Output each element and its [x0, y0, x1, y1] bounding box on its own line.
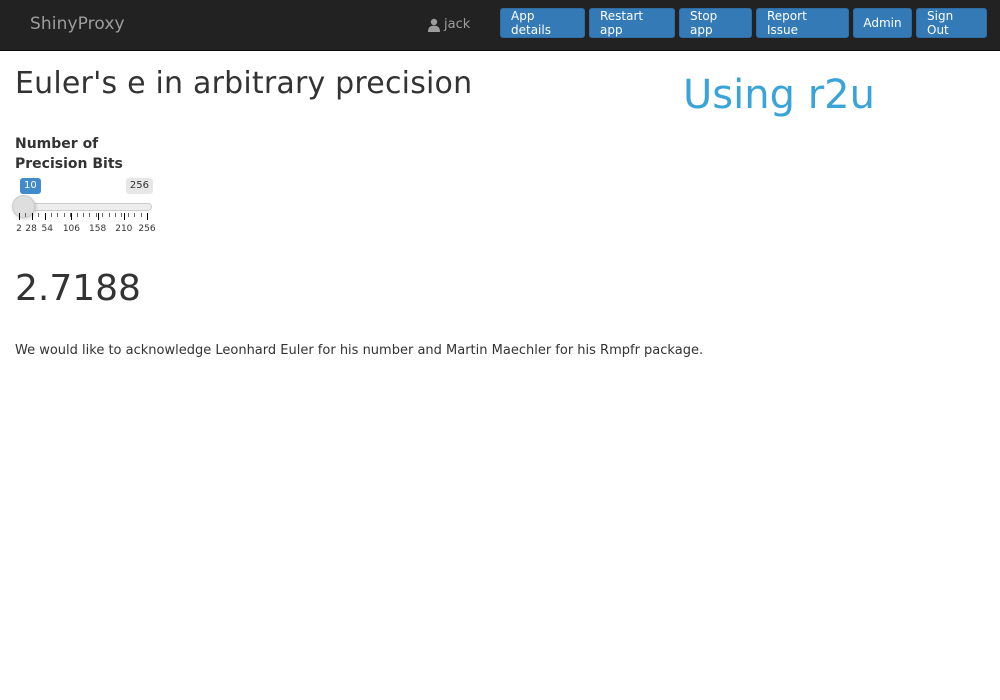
slider-major-tick — [19, 213, 20, 220]
slider-grid-label: 54 — [41, 224, 53, 234]
app-details-button[interactable]: App details — [500, 8, 585, 38]
slider-minor-tick — [83, 213, 84, 217]
slider-minor-tick — [63, 213, 65, 217]
restart-app-button[interactable]: Restart app — [589, 8, 675, 38]
result-output: 2.7188 — [15, 268, 141, 309]
slider-grid-label: 106 — [62, 224, 80, 234]
user-icon — [428, 18, 440, 32]
report-issue-button[interactable]: Report Issue — [756, 8, 849, 38]
slider-major-tick — [97, 213, 99, 220]
nav-buttons: App details Restart app Stop app Report … — [500, 8, 987, 38]
stop-app-button[interactable]: Stop app — [679, 8, 752, 38]
slider-minor-tick — [108, 213, 110, 217]
slider-grid-label: 210 — [115, 224, 133, 234]
slider-minor-tick — [89, 213, 91, 217]
slider-max-badge: 256 — [125, 178, 153, 194]
slider-major-tick — [71, 213, 73, 220]
slider-grid-label: 158 — [89, 224, 107, 234]
slider-grid-label: 256 — [138, 224, 156, 234]
slider-grid-label: 28 — [25, 224, 37, 234]
navbar: ShinyProxy jack App details Restart app … — [0, 0, 1000, 51]
page-title: Euler's e in arbitrary precision — [15, 66, 473, 101]
slider-minor-tick — [25, 213, 27, 217]
slider-track[interactable] — [15, 203, 152, 211]
username: jack — [444, 17, 471, 32]
slider-major-tick — [123, 213, 125, 220]
slider-minor-tick — [102, 213, 104, 217]
sign-out-button[interactable]: Sign Out — [916, 8, 987, 38]
slider-minor-tick — [127, 213, 129, 217]
brand-logo[interactable]: ShinyProxy — [30, 14, 125, 34]
slider-value-badge: 10 — [20, 178, 41, 194]
slider-minor-tick — [51, 213, 52, 217]
precision-bits-slider[interactable]: 10 256 2 28 54 106 158 210 256 — [12, 178, 156, 238]
user-info: jack — [427, 17, 470, 32]
slider-label: Number of Precision Bits — [15, 136, 123, 172]
slider-grid-label: 2 — [16, 224, 22, 234]
slider-grid: 2 28 54 106 158 210 256 — [15, 213, 156, 237]
slider-major-tick — [32, 213, 34, 220]
acknowledgement-text: We would like to acknowledge Leonhard Eu… — [15, 343, 704, 358]
slider-minor-tick — [57, 213, 59, 217]
slider-major-tick — [45, 213, 47, 220]
slider-major-tick — [147, 213, 148, 220]
slider-minor-tick — [115, 213, 116, 217]
slider-minor-tick — [38, 213, 40, 217]
slider-minor-tick — [76, 213, 78, 217]
slider-minor-tick — [134, 213, 136, 217]
slider-minor-tick — [140, 213, 142, 217]
admin-button[interactable]: Admin — [853, 8, 912, 38]
side-heading: Using r2u — [683, 72, 875, 118]
slider-minor-tick — [121, 213, 123, 217]
